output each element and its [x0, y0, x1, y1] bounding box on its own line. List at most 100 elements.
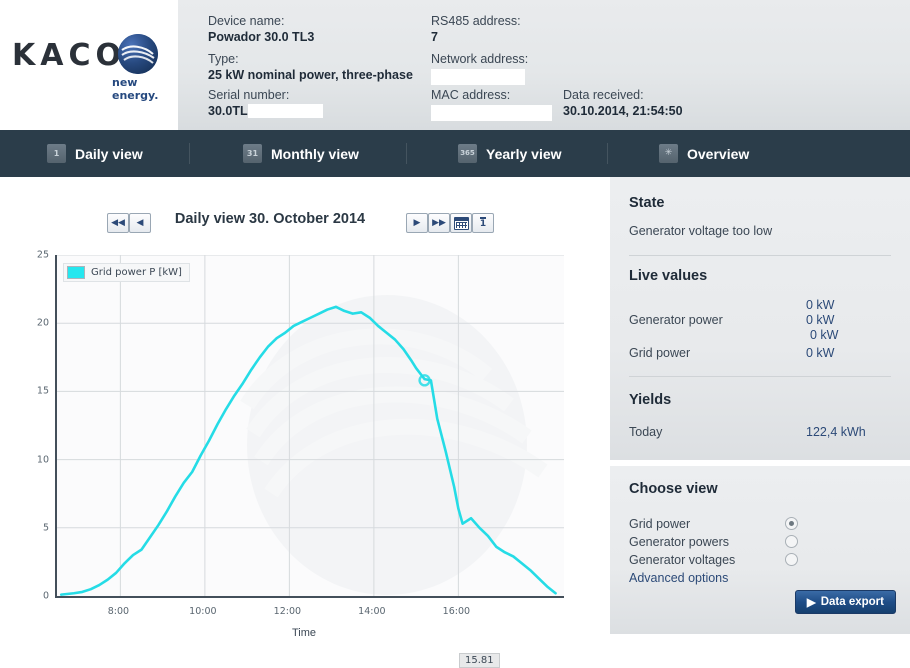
tab-overview[interactable]: ✳ Overview	[659, 130, 749, 177]
nav-divider	[189, 143, 190, 164]
yields-section-title: Yields	[629, 392, 672, 408]
field-value: 25 kW nominal power, three-phase	[208, 68, 413, 82]
field-label: MAC address:	[431, 88, 511, 102]
tab-daily-view[interactable]: 1 Daily view	[47, 130, 143, 177]
field-mac-address: MAC address:	[431, 88, 552, 121]
field-value: Powador 30.0 TL3	[208, 30, 315, 44]
data-export-button[interactable]: ▶ Data export	[794, 590, 896, 614]
field-serial-number: Serial number: 30.0TL	[208, 88, 323, 119]
choose-view-title: Choose view	[629, 481, 718, 497]
brand-logo[interactable]: KACO new energy.	[0, 0, 178, 130]
tab-monthly-view[interactable]: 31 Monthly view	[243, 130, 359, 177]
field-label: Network address:	[431, 52, 529, 66]
main-navigation: 1 Daily view 31 Monthly view 365 Yearly …	[0, 130, 910, 177]
nav-divider	[406, 143, 407, 164]
field-value-text: 30.0TL	[208, 104, 248, 118]
live-values-row-label: Grid power	[629, 346, 691, 360]
state-section-title: State	[629, 195, 665, 211]
yields-row-label: Today	[629, 425, 663, 439]
radio-grid-power[interactable]	[785, 517, 798, 530]
redacted-network-address	[431, 69, 525, 85]
x-axis-tick-label: 10:00	[189, 606, 217, 617]
plot-wrapper: Grid power P [kW] 0 5 10 15 20 25 8:00 1…	[26, 250, 582, 668]
radio-label-generator-powers[interactable]: Generator powers	[629, 535, 729, 549]
globe-waves-logo-icon	[118, 34, 158, 74]
chart-area: ◀◀ ◀ Daily view 30. October 2014 ▶ ▶▶ 1 …	[0, 177, 610, 668]
radio-label-grid-power[interactable]: Grid power	[629, 517, 690, 531]
generator-power-value-3: 0 kW	[810, 328, 839, 342]
choose-view-panel: Choose view Grid power Generator powers …	[610, 466, 910, 634]
y-axis-tick-label: 10	[36, 454, 49, 466]
data-point-tooltip: 15.81	[459, 653, 500, 668]
divider	[629, 255, 891, 256]
radio-generator-voltages[interactable]	[785, 553, 798, 566]
field-value: 30.10.2014, 21:54:50	[563, 104, 683, 118]
generator-power-value-2: 0 kW	[806, 313, 835, 327]
x-axis-tick-label: 8:00	[107, 606, 130, 617]
field-device-name: Device name: Powador 30.0 TL3	[208, 14, 314, 45]
redacted-mac-address	[431, 105, 552, 121]
state-value: Generator voltage too low	[629, 224, 773, 238]
page-title: Daily view 30. October 2014	[174, 211, 366, 227]
single-day-icon: 1	[479, 217, 487, 229]
application-window: KACO new energy. Device name: Powador 30…	[0, 0, 910, 668]
yields-today-value: 122,4 kWh	[806, 425, 866, 439]
brand-tagline: new energy.	[112, 76, 159, 102]
y-axis-tick-label: 25	[36, 249, 49, 261]
field-label: Serial number:	[208, 88, 290, 102]
calendar-picker-button[interactable]	[450, 213, 472, 233]
field-label: Device name:	[208, 14, 285, 28]
advanced-options-link[interactable]: Advanced options	[629, 571, 728, 585]
today-button[interactable]: 1	[472, 213, 494, 233]
y-axis-tick-label: 5	[42, 522, 49, 534]
last-page-button[interactable]: ▶▶	[428, 213, 450, 233]
calendar-month-icon: 31	[243, 144, 262, 163]
brand-name: KACO	[12, 38, 126, 73]
field-data-received: Data received: 30.10.2014, 21:54:50	[563, 88, 683, 119]
field-value: 7	[431, 30, 438, 44]
field-label: Data received:	[563, 88, 644, 102]
field-value: 30.0TL	[208, 103, 323, 119]
y-axis-tick-label: 20	[36, 317, 49, 329]
calendar-day-icon: 1	[47, 144, 66, 163]
field-rs485-address: RS485 address: 7	[431, 14, 521, 45]
radio-label-generator-voltages[interactable]: Generator voltages	[629, 553, 735, 567]
tab-label: Overview	[687, 145, 750, 162]
nav-divider	[607, 143, 608, 164]
page-header: KACO new energy. Device name: Powador 30…	[0, 0, 910, 130]
divider	[629, 376, 891, 377]
calendar-year-icon: 365	[458, 144, 477, 163]
chart-legend: Grid power P [kW]	[63, 263, 190, 282]
next-day-button[interactable]: ▶	[406, 213, 428, 233]
legend-color-swatch	[67, 266, 85, 279]
live-values-row-label: Generator power	[629, 313, 723, 327]
x-axis-tick-label: 12:00	[273, 606, 302, 617]
field-label: RS485 address:	[431, 14, 521, 28]
legend-label: Grid power P [kW]	[91, 267, 182, 278]
info-sidebar: State Generator voltage too low Live val…	[610, 177, 910, 634]
data-export-label: Data export	[820, 596, 884, 608]
live-values-section-title: Live values	[629, 268, 708, 284]
overview-asterisk-icon: ✳	[659, 144, 678, 163]
y-axis-tick-label: 0	[42, 590, 49, 602]
field-label: Type:	[208, 52, 239, 66]
generator-power-value-1: 0 kW	[806, 298, 835, 312]
tab-label: Yearly view	[486, 145, 562, 162]
radio-generator-powers[interactable]	[785, 535, 798, 548]
field-type: Type: 25 kW nominal power, three-phase	[208, 52, 413, 83]
tab-label: Daily view	[75, 145, 143, 162]
calendar-icon	[453, 216, 469, 230]
field-network-address: Network address:	[431, 52, 528, 85]
chart-navigation-bar: ◀◀ ◀ Daily view 30. October 2014 ▶ ▶▶ 1	[0, 211, 610, 239]
x-axis-title: Time	[291, 627, 317, 639]
arrow-right-icon: ▶	[806, 597, 816, 609]
status-panel: State Generator voltage too low Live val…	[610, 177, 910, 460]
x-axis-tick-label: 16:00	[442, 606, 471, 617]
chart-svg	[57, 255, 564, 596]
tab-yearly-view[interactable]: 365 Yearly view	[458, 130, 562, 177]
device-info-panel: Device name: Powador 30.0 TL3 Type: 25 k…	[178, 0, 910, 130]
grid-power-value: 0 kW	[806, 346, 835, 360]
redacted-serial-number	[247, 104, 323, 118]
line-chart-plot[interactable]: Grid power P [kW]	[55, 255, 564, 598]
x-axis-tick-label: 14:00	[358, 606, 386, 617]
